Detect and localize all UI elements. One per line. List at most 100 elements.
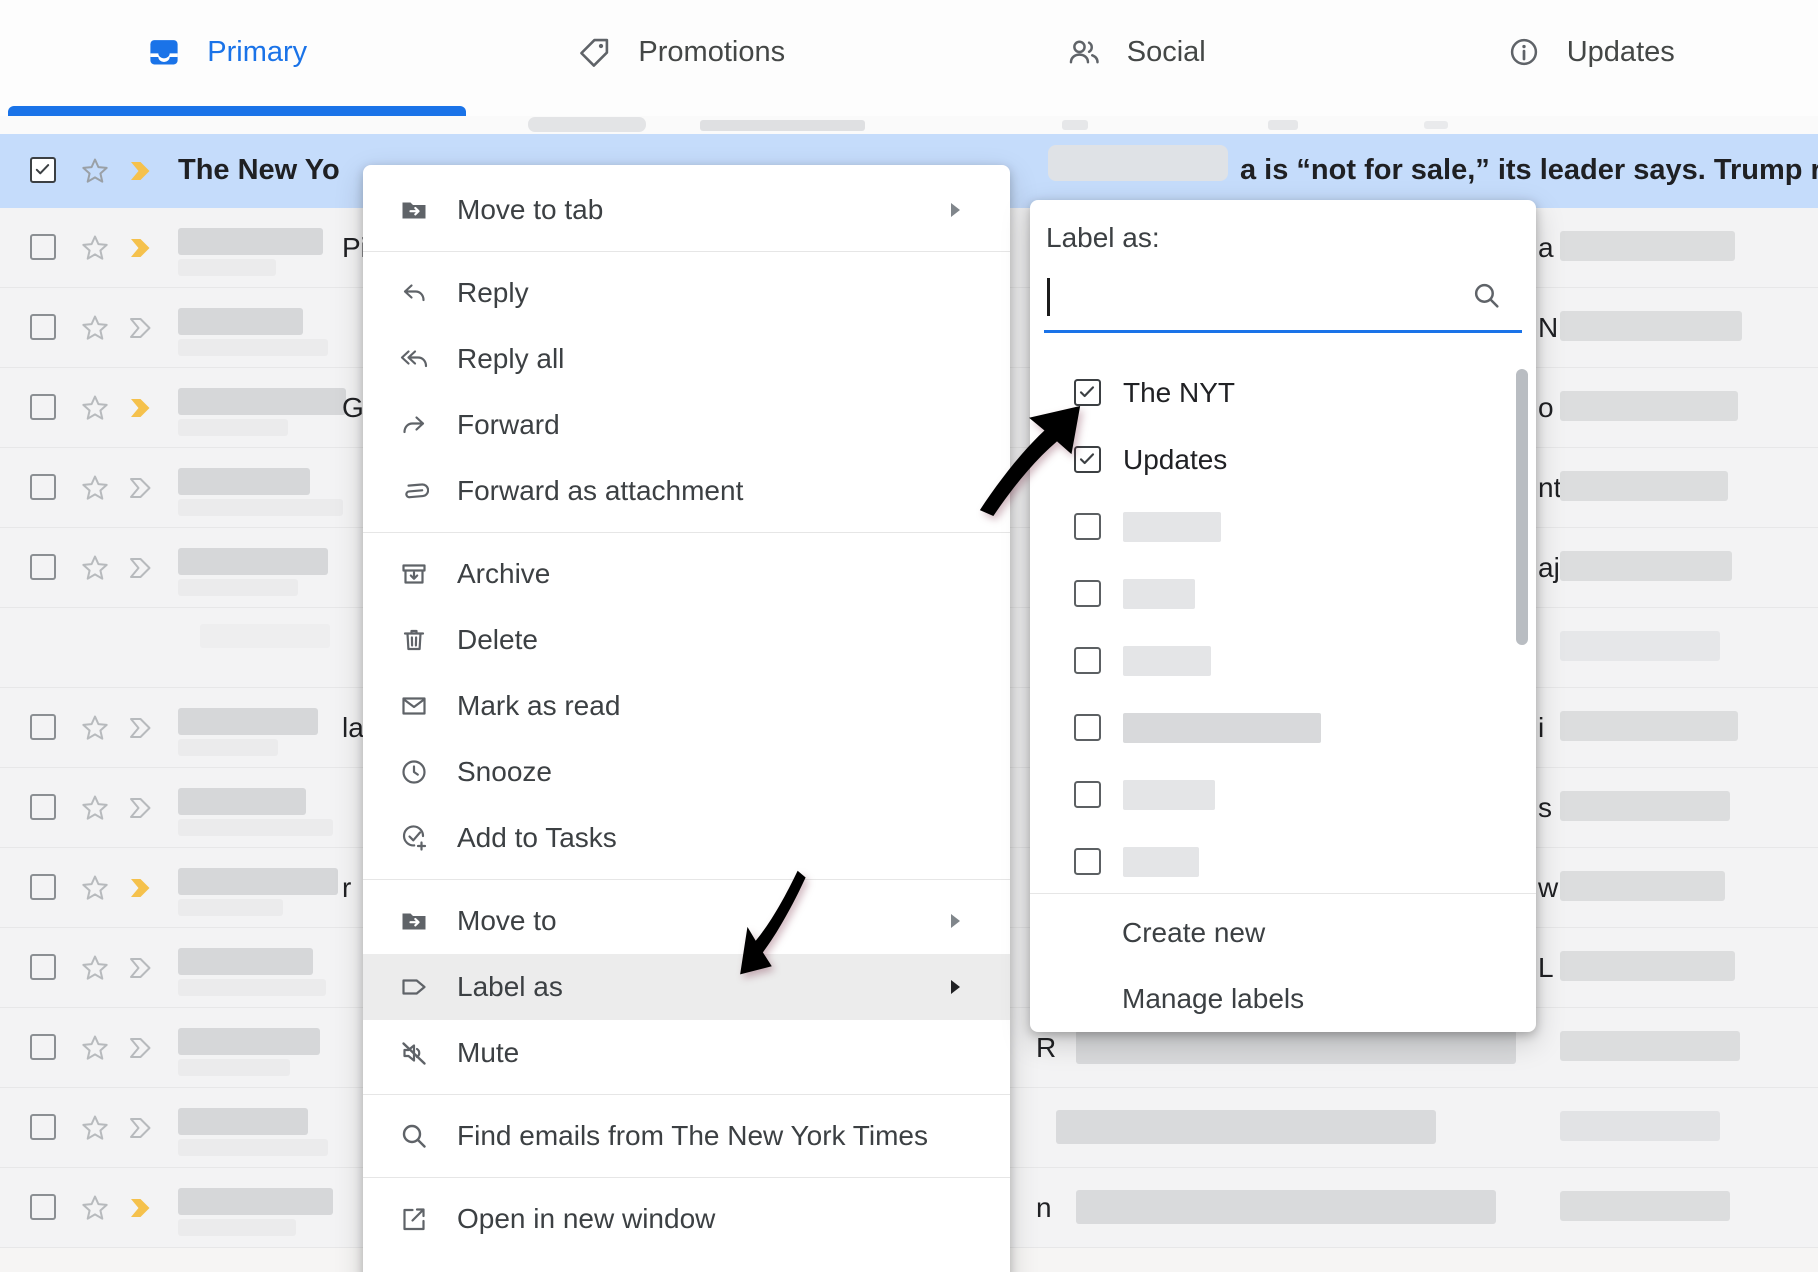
star-icon[interactable] [80,233,110,263]
label-option-blurred[interactable] [1030,493,1536,560]
label-option-blurred[interactable] [1030,761,1536,828]
importance-marker-icon[interactable] [128,313,158,343]
star-icon[interactable] [80,793,110,823]
email-checkbox[interactable] [30,394,56,420]
menu-item-reply-all[interactable]: Reply all [363,326,1010,392]
importance-marker-icon[interactable] [128,553,158,583]
scrollbar-thumb[interactable] [1516,369,1528,645]
label-as-submenu: Label as: The NYT Updates [1030,200,1536,1032]
importance-marker-icon[interactable] [128,473,158,503]
archive-icon [399,559,429,589]
inbox-icon [147,35,181,69]
email-snippet: a is “not for sale,” its leader says. Tr… [1240,154,1818,187]
star-icon[interactable] [80,313,110,343]
label-checkbox[interactable] [1074,580,1101,607]
menu-item-reply[interactable]: Reply [363,260,1010,326]
importance-marker-icon[interactable] [128,1113,158,1143]
sender-fragment: la [342,712,364,744]
star-icon[interactable] [80,1033,110,1063]
importance-marker-icon[interactable] [128,1193,158,1223]
annotation-arrow-to-label-as [740,866,806,980]
menu-item-move-to[interactable]: Move to [363,888,1010,954]
label-as-title: Label as: [1046,222,1536,256]
category-tab-bar: Primary Promotions Social Updates [0,0,1818,116]
label-option-blurred[interactable] [1030,560,1536,627]
email-checkbox[interactable] [30,474,56,500]
label-search-input[interactable] [1044,262,1522,333]
label-checkbox-checked[interactable] [1074,379,1101,406]
reply-icon [399,278,429,308]
star-icon[interactable] [80,393,110,423]
menu-item-snooze[interactable]: Snooze [363,739,1010,805]
tab-promotions[interactable]: Promotions [455,0,910,104]
label-option-blurred[interactable] [1030,828,1536,883]
star-icon[interactable] [80,1113,110,1143]
menu-item-delete[interactable]: Delete [363,607,1010,673]
menu-divider [363,1177,1010,1178]
tab-updates[interactable]: Updates [1364,0,1818,104]
star-icon[interactable] [80,473,110,503]
menu-item-find-emails[interactable]: Find emails from The New York Times [363,1103,1010,1169]
text-caret [1047,278,1050,316]
star-icon[interactable] [80,713,110,743]
star-icon[interactable] [80,553,110,583]
snippet-fragment: n [1036,1192,1052,1224]
menu-item-forward[interactable]: Forward [363,392,1010,458]
email-checkbox-checked[interactable] [30,157,56,183]
star-icon[interactable] [80,873,110,903]
importance-marker-icon[interactable] [128,233,158,263]
snippet-fragment: s [1538,792,1552,824]
folder-arrow-icon [399,195,429,225]
importance-marker-icon[interactable] [128,393,158,423]
email-checkbox[interactable] [30,1114,56,1140]
label-option-the-nyt[interactable]: The NYT [1030,359,1536,426]
search-icon [1471,280,1502,311]
importance-marker-icon[interactable] [128,1033,158,1063]
reply-all-icon [399,344,429,374]
email-checkbox[interactable] [30,874,56,900]
tab-primary[interactable]: Primary [0,0,455,104]
menu-item-mute[interactable]: Mute [363,1020,1010,1086]
label-checkbox[interactable] [1074,647,1101,674]
importance-marker-icon[interactable] [128,793,158,823]
importance-marker-icon[interactable] [128,713,158,743]
email-checkbox[interactable] [30,554,56,580]
trash-icon [399,625,429,655]
manage-labels-button[interactable]: Manage labels [1030,966,1536,1032]
menu-item-move-to-tab[interactable]: Move to tab [363,177,1010,243]
email-checkbox[interactable] [30,714,56,740]
snippet-fragment: N [1538,312,1558,344]
label-option-updates[interactable]: Updates [1030,426,1536,493]
label-checkbox[interactable] [1074,848,1101,875]
importance-marker-icon[interactable] [128,873,158,903]
label-checkbox[interactable] [1074,781,1101,808]
snippet-fragment: L [1538,952,1554,984]
label-option-blurred[interactable] [1030,694,1536,761]
tab-label: Promotions [638,36,785,69]
label-option-blurred[interactable] [1030,627,1536,694]
email-checkbox[interactable] [30,234,56,260]
sender-fragment: r [342,872,351,904]
submenu-chevron-icon [944,910,966,932]
create-new-label-button[interactable]: Create new [1030,900,1536,966]
email-checkbox[interactable] [30,314,56,340]
star-icon[interactable] [80,953,110,983]
menu-item-open-in-new-window[interactable]: Open in new window [363,1186,1010,1252]
email-checkbox[interactable] [30,794,56,820]
menu-item-add-to-tasks[interactable]: Add to Tasks [363,805,1010,871]
email-checkbox[interactable] [30,1194,56,1220]
label-checkbox[interactable] [1074,714,1101,741]
email-checkbox[interactable] [30,954,56,980]
menu-item-archive[interactable]: Archive [363,541,1010,607]
menu-item-mark-as-read[interactable]: Mark as read [363,673,1010,739]
folder-arrow-icon [399,906,429,936]
email-checkbox[interactable] [30,1034,56,1060]
importance-marker-icon[interactable] [128,156,158,186]
importance-marker-icon[interactable] [128,953,158,983]
menu-item-forward-as-attachment[interactable]: Forward as attachment [363,458,1010,524]
search-icon [399,1121,429,1151]
star-icon[interactable] [80,156,110,186]
star-icon[interactable] [80,1193,110,1223]
menu-item-label-as[interactable]: Label as [363,954,1010,1020]
tab-social[interactable]: Social [909,0,1364,104]
